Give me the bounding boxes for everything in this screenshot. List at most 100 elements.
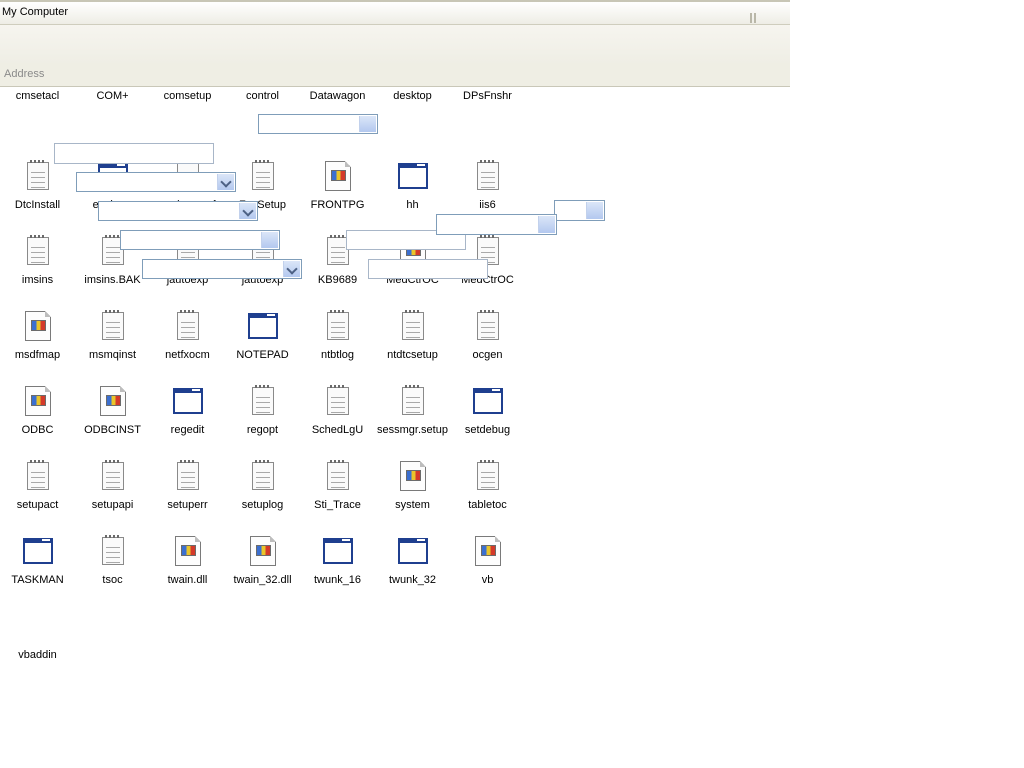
text-document-icon xyxy=(27,460,49,490)
spin-button[interactable] xyxy=(538,216,555,233)
application-window-icon xyxy=(23,538,53,564)
text-document-icon xyxy=(477,160,499,190)
text-document-icon xyxy=(102,535,124,565)
file-item[interactable]: setupact xyxy=(0,420,75,511)
application-window-icon xyxy=(173,388,203,414)
text-document-icon xyxy=(177,460,199,490)
text-document-icon xyxy=(27,235,49,265)
text-document-icon xyxy=(402,385,424,415)
file-item-label: twain.dll xyxy=(167,574,208,586)
file-item[interactable]: Sti_Trace xyxy=(300,420,375,511)
settings-document-icon xyxy=(325,161,351,191)
file-item-label: vb xyxy=(481,574,494,586)
file-item[interactable]: msdfmap xyxy=(0,270,75,361)
application-window-icon xyxy=(248,313,278,339)
text-document-icon xyxy=(252,160,274,190)
settings-document-icon xyxy=(400,461,426,491)
overlay-dropdown-2[interactable] xyxy=(98,201,258,221)
address-label: Address xyxy=(4,68,45,80)
spin-button[interactable] xyxy=(359,116,376,132)
file-item[interactable]: msmqinst xyxy=(75,270,150,361)
file-item[interactable]: regopt xyxy=(225,345,300,436)
file-item-label: twunk_32 xyxy=(388,574,437,586)
file-item[interactable]: twain.dll xyxy=(150,495,225,586)
chevron-down-icon[interactable] xyxy=(283,261,300,277)
overlay-spinbox-2[interactable] xyxy=(120,230,280,250)
chevron-down-icon[interactable] xyxy=(239,203,256,219)
text-document-icon xyxy=(252,460,274,490)
file-item[interactable]: ntdtcsetup xyxy=(375,270,450,361)
text-document-icon xyxy=(252,385,274,415)
application-window-icon xyxy=(398,538,428,564)
file-item[interactable]: setupapi xyxy=(75,420,150,511)
settings-document-icon xyxy=(475,536,501,566)
file-item[interactable]: regedit xyxy=(150,345,225,436)
overlay-dropdown-1[interactable] xyxy=(76,172,236,192)
overlay-spinbox-4[interactable] xyxy=(436,214,557,235)
text-document-icon xyxy=(27,160,49,190)
file-item[interactable]: TASKMAN xyxy=(0,495,75,586)
file-item[interactable]: ocgen xyxy=(450,270,525,361)
file-item-label: COM+ xyxy=(96,90,129,102)
file-item[interactable]: twain_32.dll xyxy=(225,495,300,586)
file-item[interactable]: iis6 xyxy=(450,120,525,211)
file-item-label: DPsFnshr xyxy=(463,90,512,102)
file-item[interactable]: tabletoc xyxy=(450,420,525,511)
file-item[interactable]: setuplog xyxy=(225,420,300,511)
text-document-icon xyxy=(177,310,199,340)
settings-document-icon xyxy=(100,386,126,416)
file-item[interactable]: hh xyxy=(375,120,450,211)
overlay-dropdown-3[interactable] xyxy=(142,259,302,279)
settings-document-icon xyxy=(175,536,201,566)
overlay-spinbox-1[interactable] xyxy=(258,114,378,134)
spin-button[interactable] xyxy=(586,202,603,219)
toolbar xyxy=(0,25,790,64)
window-title: My Computer xyxy=(2,6,69,18)
text-document-icon xyxy=(402,310,424,340)
text-document-icon xyxy=(327,310,349,340)
file-item[interactable]: sessmgr.setup xyxy=(375,345,450,436)
overlay-textbox-3[interactable] xyxy=(368,259,488,279)
file-item-label: Datawagon xyxy=(309,90,366,102)
address-bar[interactable]: Address xyxy=(0,63,790,87)
text-document-icon xyxy=(102,310,124,340)
file-item-label: comsetup xyxy=(163,90,212,102)
text-document-icon xyxy=(477,460,499,490)
file-item[interactable]: twunk_16 xyxy=(300,495,375,586)
chevron-down-icon[interactable] xyxy=(217,174,234,190)
application-window-icon xyxy=(323,538,353,564)
file-item-label: control xyxy=(245,90,280,102)
file-item[interactable]: SchedLgU xyxy=(300,345,375,436)
file-item[interactable]: system xyxy=(375,420,450,511)
file-item[interactable]: NOTEPAD xyxy=(225,270,300,361)
application-window-icon xyxy=(473,388,503,414)
text-document-icon xyxy=(327,385,349,415)
text-document-icon xyxy=(102,460,124,490)
resize-grip-icon[interactable] xyxy=(750,13,758,23)
text-document-icon xyxy=(327,460,349,490)
settings-document-icon xyxy=(25,311,51,341)
file-item[interactable]: twunk_32 xyxy=(375,495,450,586)
settings-document-icon xyxy=(250,536,276,566)
file-item[interactable]: ntbtlog xyxy=(300,270,375,361)
file-item[interactable]: imsins xyxy=(0,195,75,286)
file-item-label: twain_32.dll xyxy=(233,574,292,586)
file-item[interactable]: netfxocm xyxy=(150,270,225,361)
spin-button[interactable] xyxy=(261,232,278,248)
file-item[interactable]: ODBCINST xyxy=(75,345,150,436)
overlay-textbox-1[interactable] xyxy=(54,143,214,164)
title-bar: My Computer xyxy=(0,0,790,25)
file-item-label: twunk_16 xyxy=(313,574,362,586)
file-item[interactable]: vbaddin xyxy=(0,570,75,661)
file-item[interactable]: tsoc xyxy=(75,495,150,586)
file-item-label: tsoc xyxy=(102,574,123,586)
file-item[interactable]: ODBC xyxy=(0,345,75,436)
file-item[interactable]: setuperr xyxy=(150,420,225,511)
settings-document-icon xyxy=(25,386,51,416)
file-item-label: desktop xyxy=(393,90,432,102)
application-window-icon xyxy=(398,163,428,189)
overlay-spinbox-3[interactable] xyxy=(554,200,605,221)
file-item[interactable]: setdebug xyxy=(450,345,525,436)
file-item-label: vbaddin xyxy=(18,649,57,661)
file-item[interactable]: vb xyxy=(450,495,525,586)
